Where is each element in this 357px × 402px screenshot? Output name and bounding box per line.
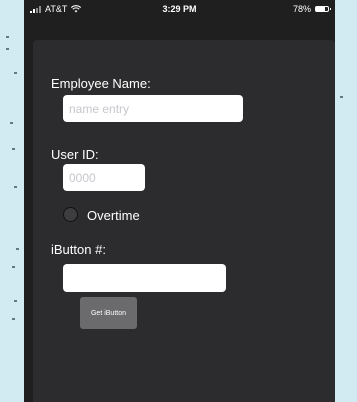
decorative-dash <box>16 248 19 250</box>
decorative-dash <box>12 148 15 150</box>
decorative-dash <box>340 96 343 98</box>
decorative-dash <box>14 186 17 188</box>
overtime-radio[interactable] <box>63 207 78 222</box>
decorative-dash <box>14 300 17 302</box>
user-id-input[interactable] <box>63 164 145 191</box>
ibutton-label: iButton #: <box>51 242 106 257</box>
status-right: 78% <box>292 4 331 14</box>
get-ibutton-button[interactable]: Get iButton <box>80 297 137 329</box>
employee-name-label: Employee Name: <box>51 76 151 91</box>
status-time: 3:29 PM <box>162 4 197 14</box>
form-panel: Employee Name: User ID: Overtime iButton… <box>33 40 335 402</box>
decorative-dash <box>14 72 17 74</box>
decorative-dash <box>6 36 9 38</box>
employee-name-input[interactable] <box>63 95 243 122</box>
user-id-label: User ID: <box>51 147 99 162</box>
battery-icon <box>315 6 331 12</box>
decorative-dash <box>12 266 15 268</box>
decorative-dash <box>12 318 15 320</box>
phone-screen: AT&T 3:29 PM 78% Employee Name: User ID:… <box>24 0 335 402</box>
battery-fill <box>316 7 326 11</box>
battery-percent: 78% <box>292 4 311 14</box>
decorative-dash <box>6 48 9 50</box>
status-bar: AT&T 3:29 PM 78% <box>24 0 335 30</box>
decorative-dash <box>10 122 13 124</box>
overtime-label: Overtime <box>87 208 140 223</box>
ibutton-input[interactable] <box>63 264 226 292</box>
